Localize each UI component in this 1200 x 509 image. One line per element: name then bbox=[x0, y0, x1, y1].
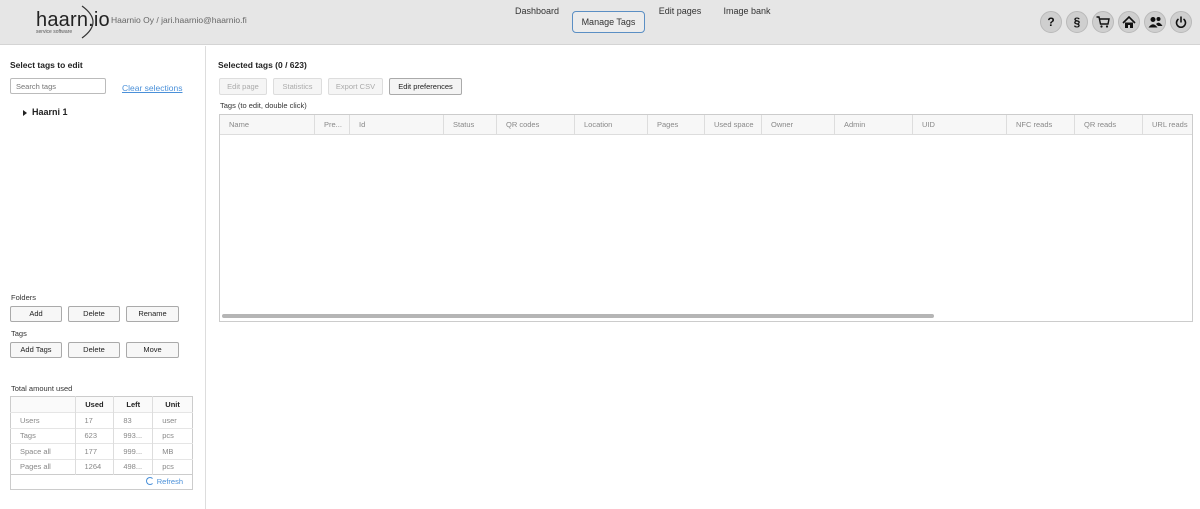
usage-cell: 623 bbox=[74, 427, 114, 444]
delete-folder-button[interactable]: Delete bbox=[68, 306, 120, 322]
rename-folder-button[interactable]: Rename bbox=[126, 306, 179, 322]
usage-footer: Refresh bbox=[10, 475, 193, 490]
table-row: Space all 177 999... MB bbox=[10, 443, 193, 459]
column-header-name[interactable]: Name bbox=[220, 115, 314, 135]
usage-cell: Users bbox=[10, 412, 76, 428]
tags-grid[interactable]: Name Pre... Id Status QR codes Location … bbox=[219, 114, 1193, 322]
nav-edit-pages[interactable]: Edit pages bbox=[652, 0, 708, 22]
add-folder-button[interactable]: Add bbox=[10, 306, 62, 322]
column-header-uid[interactable]: UID bbox=[912, 115, 1006, 135]
usage-cell: 1264 bbox=[74, 458, 114, 475]
terms-icon: § bbox=[1073, 15, 1081, 29]
power-icon bbox=[1175, 16, 1187, 28]
user-info: Haarnio Oy / jari.haarnio@haarnio.fi bbox=[111, 15, 247, 25]
usage-cell: MB bbox=[152, 443, 193, 459]
usage-header-row: Used Left Unit bbox=[10, 396, 193, 413]
logo[interactable]: haarn.io service software bbox=[34, 5, 110, 40]
logo-arc-icon bbox=[81, 5, 94, 39]
usage-cell: 498... bbox=[113, 458, 153, 475]
usage-title: Total amount used bbox=[11, 384, 73, 393]
home-icon bbox=[1122, 15, 1136, 28]
help-icon: ? bbox=[1047, 15, 1055, 29]
column-header-qr-reads[interactable]: QR reads bbox=[1074, 115, 1142, 135]
tree-item-folder[interactable]: Haarni 1 bbox=[23, 107, 68, 117]
left-panel: Select tags to edit Clear selections Haa… bbox=[0, 46, 206, 509]
cart-button[interactable] bbox=[1092, 11, 1114, 33]
delete-tags-button[interactable]: Delete bbox=[68, 342, 120, 358]
users-icon bbox=[1148, 17, 1162, 28]
usage-column-header bbox=[10, 396, 76, 413]
column-header-preview[interactable]: Pre... bbox=[314, 115, 349, 135]
column-header-admin[interactable]: Admin bbox=[834, 115, 912, 135]
column-header-used-space[interactable]: Used space bbox=[704, 115, 761, 135]
tags-label: Tags bbox=[11, 329, 27, 338]
logo-subtitle: service software bbox=[36, 29, 73, 35]
cart-icon bbox=[1096, 16, 1110, 28]
usage-cell: 177 bbox=[74, 443, 114, 459]
clear-selections-link[interactable]: Clear selections bbox=[122, 83, 182, 93]
usage-cell: pcs bbox=[152, 427, 193, 444]
usage-column-header: Unit bbox=[152, 396, 193, 413]
caret-right-icon[interactable] bbox=[23, 109, 27, 116]
grid-caption: Tags (to edit, double click) bbox=[220, 101, 307, 110]
refresh-button[interactable]: Refresh bbox=[145, 477, 183, 486]
add-tags-button[interactable]: Add Tags bbox=[10, 342, 62, 358]
grid-header-row: Name Pre... Id Status QR codes Location … bbox=[220, 115, 1192, 135]
edit-page-button[interactable]: Edit page bbox=[219, 78, 267, 95]
tree-item-label: Haarni 1 bbox=[32, 107, 68, 117]
usage-column-header: Used bbox=[74, 396, 114, 413]
move-tags-button[interactable]: Move bbox=[126, 342, 179, 358]
usage-cell: 17 bbox=[74, 412, 114, 428]
logout-button[interactable] bbox=[1170, 11, 1192, 33]
horizontal-scrollbar[interactable] bbox=[222, 314, 934, 318]
usage-cell: pcs bbox=[152, 458, 193, 475]
usage-cell: Tags bbox=[10, 427, 76, 444]
column-header-location[interactable]: Location bbox=[574, 115, 647, 135]
nav-dashboard[interactable]: Dashboard bbox=[506, 0, 568, 22]
home-button[interactable] bbox=[1118, 11, 1140, 33]
nav-manage-tags[interactable]: Manage Tags bbox=[572, 11, 645, 33]
column-header-url-reads[interactable]: URL reads bbox=[1142, 115, 1192, 135]
usage-cell: Space all bbox=[10, 443, 76, 459]
terms-button[interactable]: § bbox=[1066, 11, 1088, 33]
table-row: Tags 623 993... pcs bbox=[10, 427, 193, 444]
refresh-label: Refresh bbox=[156, 477, 183, 486]
usage-cell: 83 bbox=[113, 412, 153, 428]
column-header-id[interactable]: Id bbox=[349, 115, 443, 135]
app-header: haarn.io service software Haarnio Oy / j… bbox=[0, 0, 1200, 45]
usage-column-header: Left bbox=[113, 396, 153, 413]
nav-image-bank[interactable]: Image bank bbox=[716, 0, 778, 22]
folders-label: Folders bbox=[11, 293, 37, 302]
column-header-status[interactable]: Status bbox=[443, 115, 496, 135]
usage-cell: 993... bbox=[113, 427, 153, 444]
help-button[interactable]: ? bbox=[1040, 11, 1062, 33]
table-row: Users 17 83 user bbox=[10, 412, 193, 428]
edit-preferences-button[interactable]: Edit preferences bbox=[389, 78, 462, 95]
column-header-owner[interactable]: Owner bbox=[761, 115, 834, 135]
search-tags-input[interactable] bbox=[10, 78, 106, 94]
users-button[interactable] bbox=[1144, 11, 1166, 33]
usage-cell: 999... bbox=[113, 443, 153, 459]
export-csv-button[interactable]: Export CSV bbox=[328, 78, 383, 95]
refresh-icon bbox=[145, 477, 154, 485]
usage-table: Used Left Unit Users 17 83 user Tags 623… bbox=[10, 396, 193, 475]
statistics-button[interactable]: Statistics bbox=[273, 78, 322, 95]
column-header-qr-codes[interactable]: QR codes bbox=[496, 115, 574, 135]
selected-tags-title: Selected tags (0 / 623) bbox=[218, 60, 307, 70]
left-panel-title: Select tags to edit bbox=[10, 60, 83, 70]
usage-cell: Pages all bbox=[10, 458, 76, 475]
column-header-nfc-reads[interactable]: NFC reads bbox=[1006, 115, 1074, 135]
table-row: Pages all 1264 498... pcs bbox=[10, 458, 193, 475]
column-header-pages[interactable]: Pages bbox=[647, 115, 704, 135]
usage-cell: user bbox=[152, 412, 193, 428]
